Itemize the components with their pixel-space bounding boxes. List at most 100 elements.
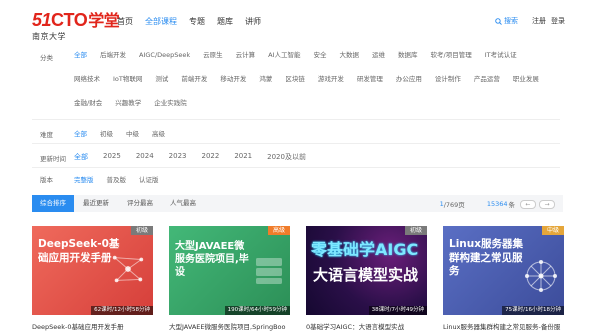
next-page-button[interactable]: → xyxy=(539,199,555,209)
version-option-certified[interactable]: 认证版 xyxy=(139,174,159,184)
search-label: 搜索 xyxy=(504,17,518,25)
time-option-2024[interactable]: 2024 xyxy=(136,152,154,162)
logo-number: 51 xyxy=(32,10,52,30)
course-list: DeepSeek-0基础应用开发手册 初级 62课时/12小时58分钟 Deep… xyxy=(32,226,564,331)
course-duration: 190课时/64小时59分钟 xyxy=(224,306,290,315)
category-option[interactable]: 后端开发 xyxy=(100,51,126,75)
search-button[interactable]: 搜索 xyxy=(495,16,518,26)
category-option[interactable]: 职业发展 xyxy=(513,75,539,99)
logo-chinese: 学堂 xyxy=(88,11,120,30)
register-link[interactable]: 注册 xyxy=(532,16,546,26)
nav-question-bank[interactable]: 题库 xyxy=(217,16,233,27)
logo-cto: CTO xyxy=(51,10,88,30)
sort-tab-most-popular[interactable]: 人气最高 xyxy=(170,195,196,212)
nav-topics[interactable]: 专题 xyxy=(189,16,205,27)
course-duration: 62课时/12小时58分钟 xyxy=(91,306,153,315)
category-option[interactable]: 安全 xyxy=(314,51,327,75)
course-title[interactable]: 0基础学习AIGC：大语言模型实战 xyxy=(306,321,427,331)
difficulty-option-beginner[interactable]: 初级 xyxy=(100,128,113,138)
difficulty-option-advanced[interactable]: 高级 xyxy=(152,128,165,138)
arrow-right-icon: → xyxy=(544,200,550,208)
category-option[interactable]: 全部 xyxy=(74,51,87,75)
time-option-2021[interactable]: 2021 xyxy=(234,152,252,162)
time-option-2020-earlier[interactable]: 2020及以前 xyxy=(267,152,306,162)
course-card[interactable]: Linux服务器集群构建之常见服务 中级 75课时/16小时18分钟 Linux… xyxy=(443,226,564,331)
difficulty-filter-label: 难度 xyxy=(40,131,53,139)
logo-subtitle: 南京大学 xyxy=(32,32,66,41)
thumbnail-title: Linux服务器集群构建之常见服务 xyxy=(449,238,524,278)
search-icon xyxy=(495,17,502,25)
login-link[interactable]: 登录 xyxy=(551,16,565,26)
course-thumbnail[interactable]: 零基础学AIGC 大语言模型实战 初级 38课时/7小时49分钟 xyxy=(306,226,427,315)
category-option[interactable]: 鸿蒙 xyxy=(259,75,272,99)
category-option[interactable]: 网络技术 xyxy=(74,75,100,99)
version-options: 完整版 普及版 认证版 xyxy=(74,168,560,184)
course-thumbnail[interactable]: 大型JAVAEE微服务医院项目,毕设 高级 190课时/64小时59分钟 xyxy=(169,226,290,315)
nav-home[interactable]: 首页 xyxy=(117,16,133,27)
category-option[interactable]: 研发管理 xyxy=(357,75,383,99)
sort-tab-recent[interactable]: 最近更新 xyxy=(83,195,109,212)
course-thumbnail[interactable]: DeepSeek-0基础应用开发手册 初级 62课时/12小时58分钟 xyxy=(32,226,153,315)
course-card[interactable]: 大型JAVAEE微服务医院项目,毕设 高级 190课时/64小时59分钟 大型J… xyxy=(169,226,290,331)
category-option[interactable]: 设计制作 xyxy=(435,75,461,99)
time-option-all[interactable]: 全部 xyxy=(74,152,88,162)
course-card[interactable]: DeepSeek-0基础应用开发手册 初级 62课时/12小时58分钟 Deep… xyxy=(32,226,153,331)
sort-tab-top-rated[interactable]: 评分最高 xyxy=(127,195,153,212)
course-duration: 38课时/7小时49分钟 xyxy=(368,306,427,315)
thumbnail-title-line1: 零基础学AIGC xyxy=(311,240,419,259)
category-option[interactable]: 游戏开发 xyxy=(318,75,344,99)
category-option[interactable]: 软考/项目管理 xyxy=(431,51,472,75)
version-filter-label: 版本 xyxy=(40,176,53,184)
difficulty-option-intermediate[interactable]: 中级 xyxy=(126,128,139,138)
site-logo[interactable]: 51CTO学堂 南京大学 xyxy=(32,10,120,42)
time-option-2025[interactable]: 2025 xyxy=(103,152,121,162)
update-time-filter: 更新时间 全部 2025 2024 2023 2022 2021 2020及以前 xyxy=(32,144,560,168)
category-option[interactable]: 办公应用 xyxy=(396,75,422,99)
category-option[interactable]: 区块链 xyxy=(285,75,305,99)
course-card[interactable]: 零基础学AIGC 大语言模型实战 初级 38课时/7小时49分钟 0基础学习AI… xyxy=(306,226,427,331)
category-option[interactable]: 前端开发 xyxy=(181,75,207,99)
total-count: 15364 xyxy=(486,200,508,208)
category-option[interactable]: IoT物联网 xyxy=(113,75,142,99)
level-badge: 初级 xyxy=(130,226,153,235)
main-nav: 首页 全部课程 专题 题库 讲师 xyxy=(117,16,273,27)
nav-all-courses[interactable]: 全部课程 xyxy=(145,16,177,27)
thumbnail-title-line2: 大语言模型实战 xyxy=(313,266,419,284)
category-filter: 分类 全部 后端开发 AIGC/DeepSeek 云原生 云计算 AI人工智能 … xyxy=(32,43,560,120)
category-option[interactable]: IT考试认证 xyxy=(485,51,517,75)
sort-tab-comprehensive[interactable]: 综合排序 xyxy=(32,195,74,212)
network-graphic-icon xyxy=(525,260,557,292)
update-time-options: 全部 2025 2024 2023 2022 2021 2020及以前 xyxy=(74,144,560,162)
category-option[interactable]: 移动开发 xyxy=(220,75,246,99)
course-title[interactable]: 大型JAVAEE微服务医院项目,SpringBoo xyxy=(169,321,290,331)
course-thumbnail[interactable]: Linux服务器集群构建之常见服务 中级 75课时/16小时18分钟 xyxy=(443,226,564,315)
top-header: 51CTO学堂 南京大学 首页 全部课程 专题 题库 讲师 搜索 注册 登录 xyxy=(0,0,589,42)
course-title[interactable]: DeepSeek-0基础应用开发手册 xyxy=(32,321,153,331)
prev-page-button[interactable]: ← xyxy=(520,199,536,209)
category-option[interactable]: AI人工智能 xyxy=(268,51,300,75)
filter-panel: 分类 全部 后端开发 AIGC/DeepSeek 云原生 云计算 AI人工智能 … xyxy=(32,43,560,188)
category-filter-label: 分类 xyxy=(40,54,53,62)
difficulty-option-all[interactable]: 全部 xyxy=(74,128,87,138)
level-badge: 中级 xyxy=(541,226,564,235)
version-option-full[interactable]: 完整版 xyxy=(74,174,94,184)
category-option[interactable]: 大数据 xyxy=(340,51,360,75)
category-option[interactable]: 运维 xyxy=(372,51,385,75)
category-option[interactable]: AIGC/DeepSeek xyxy=(139,51,190,75)
level-badge: 高级 xyxy=(267,226,290,235)
nav-lecturers[interactable]: 讲师 xyxy=(245,16,261,27)
category-option[interactable]: 云计算 xyxy=(236,51,256,75)
time-option-2022[interactable]: 2022 xyxy=(201,152,219,162)
course-title[interactable]: Linux服务器集群构建之常见服务-备份服 xyxy=(443,321,564,331)
thumbnail-title: 大型JAVAEE微服务医院项目,毕设 xyxy=(175,241,249,278)
category-option[interactable]: 测试 xyxy=(155,75,168,99)
thumbnail-title: DeepSeek-0基础应用开发手册 xyxy=(38,238,120,264)
total-count-unit: 条 xyxy=(508,201,516,209)
total-pages: /769页 xyxy=(443,201,465,209)
category-option[interactable]: 产品运营 xyxy=(474,75,500,99)
time-option-2023[interactable]: 2023 xyxy=(169,152,187,162)
version-option-popular[interactable]: 普及版 xyxy=(107,174,127,184)
category-option[interactable]: 数据库 xyxy=(398,51,418,75)
category-option[interactable]: 云原生 xyxy=(203,51,223,75)
server-graphic-icon xyxy=(256,258,282,284)
